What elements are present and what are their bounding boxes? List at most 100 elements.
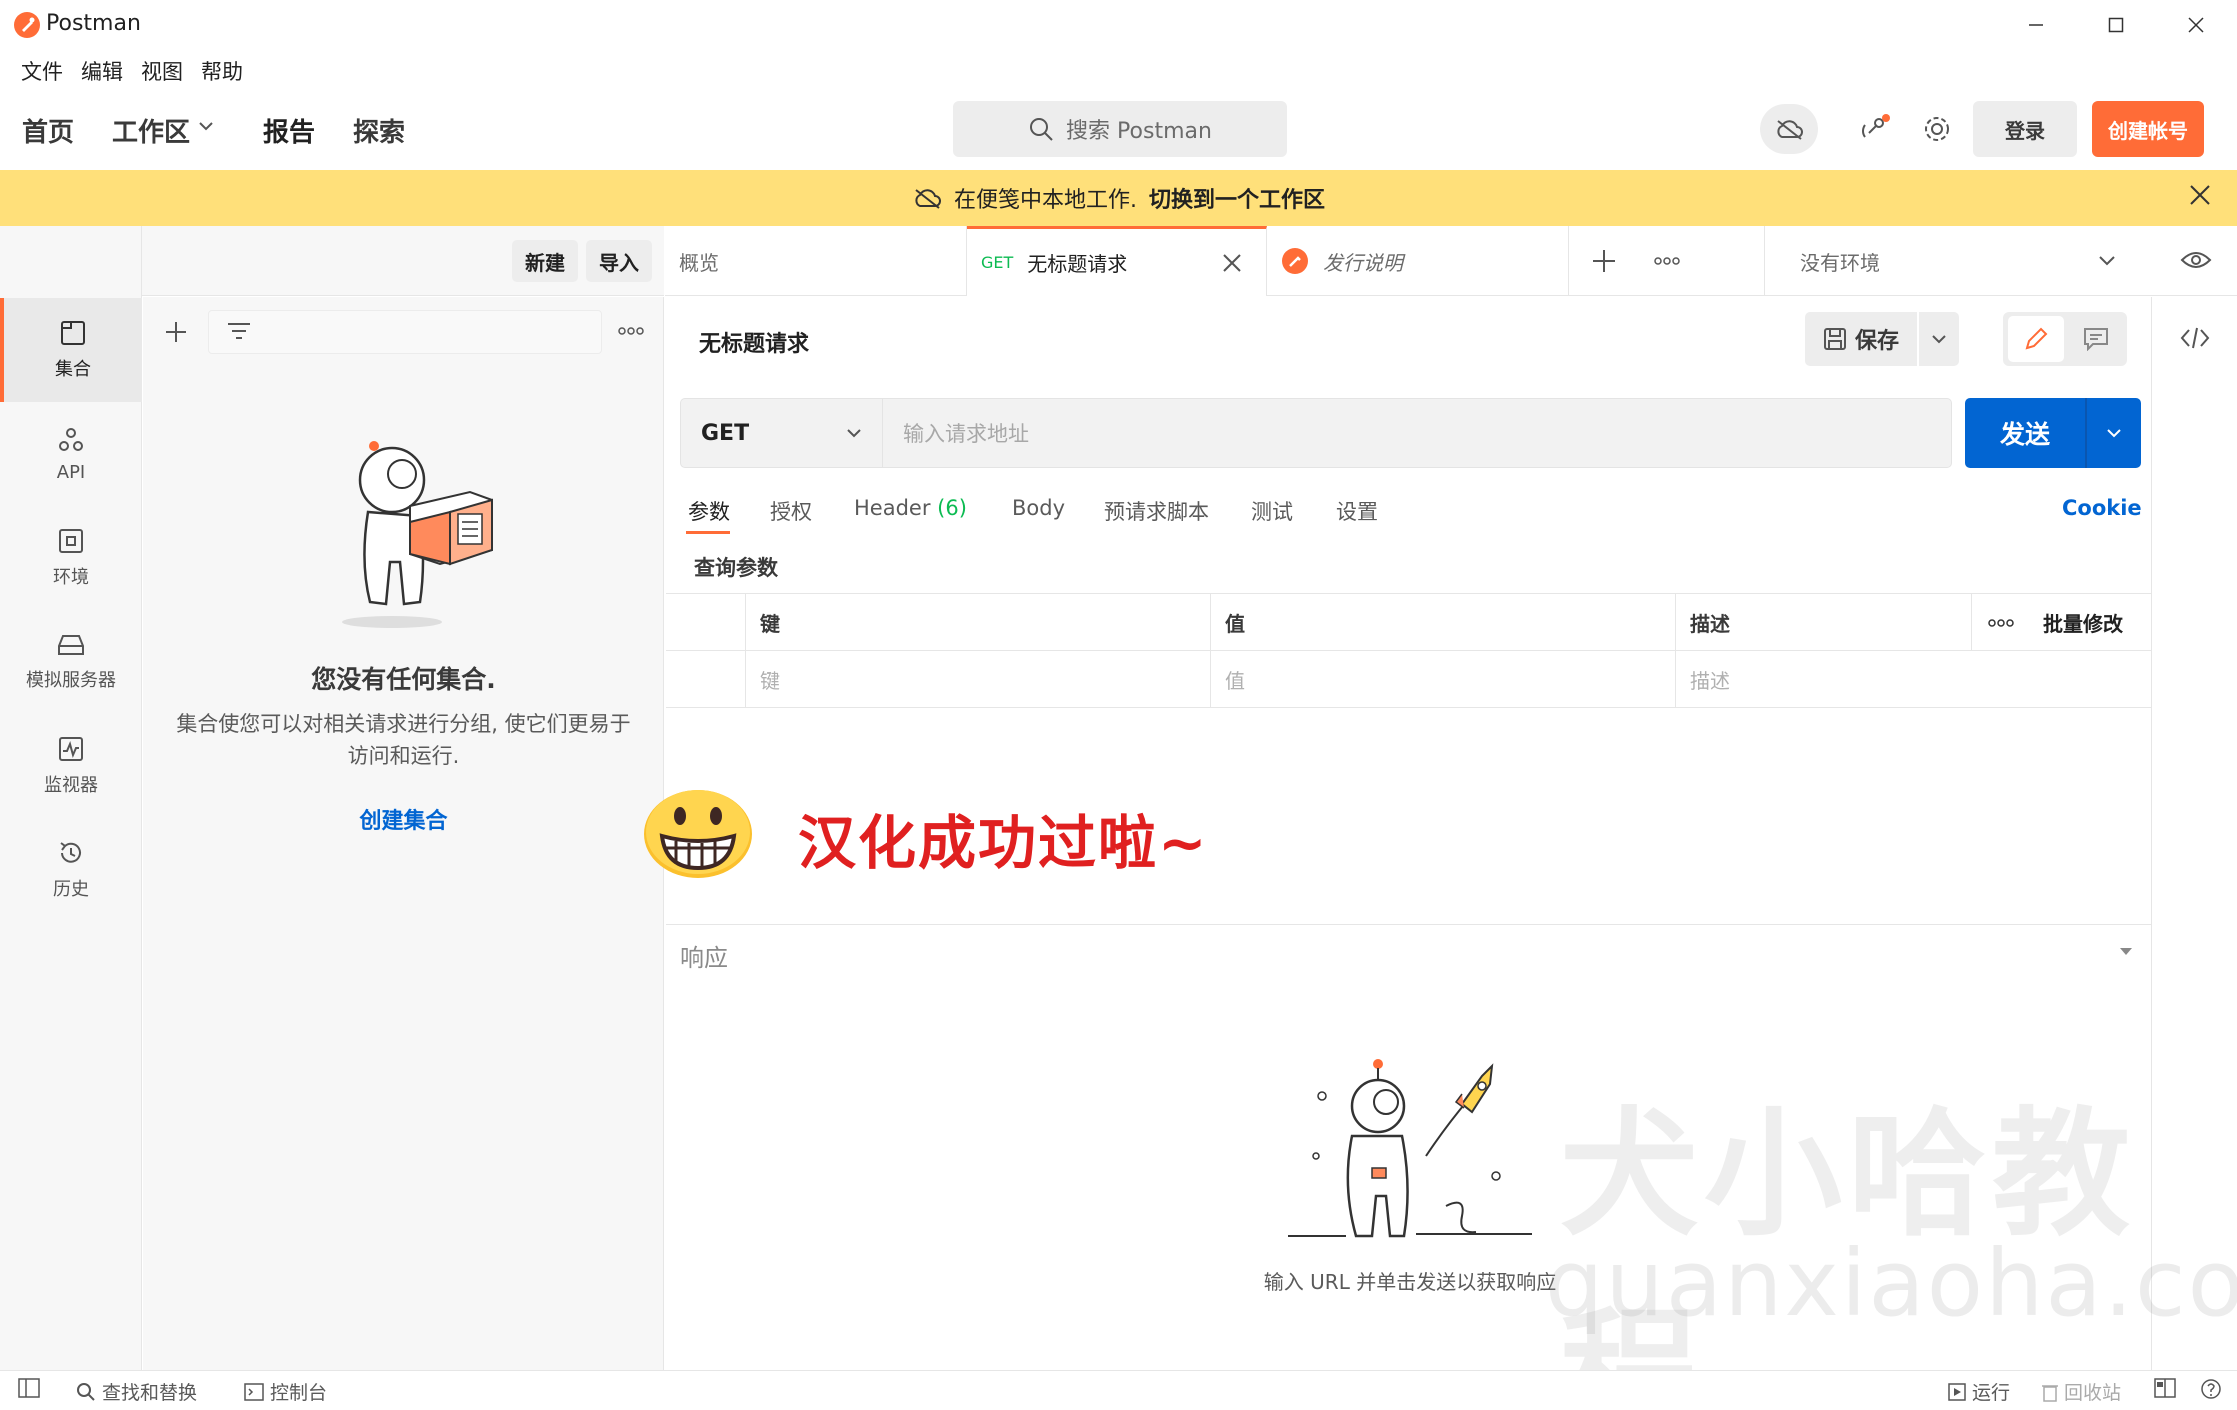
sidebar-item-monitors[interactable]: 监视器 <box>0 714 142 818</box>
console-button[interactable]: 控制台 <box>244 1378 327 1405</box>
help-icon[interactable] <box>2200 1378 2222 1400</box>
signup-button[interactable]: 创建帐号 <box>2092 101 2204 157</box>
chevron-down-icon <box>846 428 862 438</box>
find-replace-label: 查找和替换 <box>102 1382 198 1404</box>
send-options-chevron-icon[interactable] <box>2087 398 2141 468</box>
edit-pencil-icon[interactable] <box>2008 316 2064 362</box>
cloud-off-icon <box>912 187 942 209</box>
menu-file[interactable]: 文件 <box>12 52 72 88</box>
nav-workspaces[interactable]: 工作区 <box>112 112 190 149</box>
tab-label: 发行说明 <box>1323 250 1403 275</box>
sidebar-item-label: 历史 <box>53 879 89 900</box>
import-button[interactable]: 导入 <box>586 240 652 282</box>
monitor-icon <box>57 735 85 763</box>
tab-label: 无标题请求 <box>1027 252 1128 276</box>
param-key-input[interactable]: 键 <box>745 651 1210 708</box>
tab-pre-request-script[interactable]: 预请求脚本 <box>1104 496 1209 526</box>
active-tab-underline <box>686 531 730 534</box>
tab-release-notes[interactable]: 发行说明 <box>1267 226 1569 296</box>
response-collapse-icon[interactable] <box>2118 946 2134 956</box>
menu-view[interactable]: 视图 <box>132 52 192 88</box>
add-collection-icon[interactable] <box>164 320 188 344</box>
environment-label: 没有环境 <box>1800 250 1880 275</box>
param-description-input[interactable]: 描述 <box>1675 651 2151 708</box>
minimize-button[interactable] <box>2006 8 2066 42</box>
tab-authorization[interactable]: 授权 <box>770 496 812 526</box>
sidebar-item-environment[interactable]: 环境 <box>0 506 142 610</box>
environment-quick-look-eye-icon[interactable] <box>2180 248 2212 272</box>
http-method-select[interactable]: GET <box>680 398 882 468</box>
param-value-input[interactable]: 值 <box>1210 651 1675 708</box>
nav-home[interactable]: 首页 <box>22 112 74 149</box>
save-options-chevron-icon[interactable] <box>1919 312 1959 366</box>
sidebar-item-label: 模拟服务器 <box>26 670 116 691</box>
tab-untitled-request[interactable]: GET 无标题请求 <box>967 226 1267 296</box>
switch-workspace-link[interactable]: 切换到一个工作区 <box>1149 182 1325 214</box>
table-more-icon[interactable] <box>1971 594 2029 651</box>
save-button[interactable]: 保存 <box>1805 312 1917 366</box>
cloud-sync-icon[interactable] <box>1760 104 1818 154</box>
runner-button[interactable]: 运行 <box>1948 1378 2010 1405</box>
sidebar-item-label: 集合 <box>55 359 91 380</box>
satellite-icon[interactable] <box>1846 104 1904 154</box>
cookies-link[interactable]: Cookie <box>2062 496 2142 520</box>
tab-overview[interactable]: 概览 <box>665 226 967 296</box>
create-collection-link[interactable]: 创建集合 <box>143 803 664 835</box>
code-snippet-icon[interactable] <box>2180 326 2210 350</box>
find-replace-button[interactable]: 查找和替换 <box>76 1378 197 1405</box>
close-window-button[interactable] <box>2166 8 2226 42</box>
new-tab-icon[interactable] <box>1592 249 1616 273</box>
overlay-annotation-text: 汉化成功过啦~ <box>798 809 1209 877</box>
signin-button[interactable]: 登录 <box>1973 101 2077 157</box>
astronaut-box-illustration <box>330 432 500 632</box>
close-tab-icon[interactable] <box>1222 253 1242 273</box>
save-label: 保存 <box>1854 329 1899 354</box>
console-label: 控制台 <box>270 1382 328 1404</box>
environment-selector[interactable]: 没有环境 <box>1766 226 2126 296</box>
empty-collections-description: 集合使您可以对相关请求进行分组, 使它们更易于访问和运行. <box>176 712 631 768</box>
response-title: 响应 <box>680 944 728 972</box>
request-title[interactable]: 无标题请求 <box>699 326 809 358</box>
nav-reports[interactable]: 报告 <box>263 112 315 149</box>
more-options-icon[interactable] <box>617 326 645 336</box>
sidebar-item-history[interactable]: 历史 <box>0 818 142 922</box>
sidebar-item-mock-servers[interactable]: 模拟服务器 <box>0 610 142 714</box>
two-pane-layout-icon[interactable] <box>2154 1378 2176 1398</box>
bulk-edit-link[interactable]: 批量修改 <box>2029 594 2151 651</box>
tab-params[interactable]: 参数 <box>688 496 730 526</box>
collections-filter-input[interactable] <box>208 310 602 354</box>
chevron-down-icon[interactable] <box>198 120 214 132</box>
runner-play-icon <box>1948 1382 1966 1401</box>
tab-method-badge: GET <box>981 253 1014 272</box>
runner-label: 运行 <box>1972 1382 2011 1404</box>
tab-tests[interactable]: 测试 <box>1251 496 1293 526</box>
watermark-en: quanxiaoha.com <box>1545 1230 2237 1337</box>
tab-body[interactable]: Body <box>1012 496 1065 520</box>
banner-text: 在便笺中本地工作. <box>953 188 1137 213</box>
tabs-more-icon[interactable] <box>1653 256 1681 266</box>
menu-edit[interactable]: 编辑 <box>72 52 132 88</box>
menu-help[interactable]: 帮助 <box>192 52 252 88</box>
new-button[interactable]: 新建 <box>512 240 578 282</box>
sidebar-item-api[interactable]: API <box>0 402 142 506</box>
column-value: 值 <box>1210 594 1675 651</box>
save-icon <box>1823 327 1847 351</box>
sidebar-item-label: 环境 <box>53 567 89 588</box>
request-url-input[interactable]: 输入请求地址 <box>882 398 1952 468</box>
toggle-sidebar-icon[interactable] <box>18 1378 40 1398</box>
nav-explore[interactable]: 探索 <box>353 112 405 149</box>
banner-close-icon[interactable] <box>2189 184 2211 206</box>
tab-settings[interactable]: 设置 <box>1336 496 1378 526</box>
empty-collections-title: 您没有任何集合. <box>311 665 496 694</box>
tab-headers[interactable]: Header (6) <box>854 496 967 520</box>
search-input[interactable]: 搜索 Postman <box>953 101 1287 157</box>
sidebar-item-collections[interactable]: 集合 <box>0 298 142 402</box>
postman-logo-icon <box>14 12 40 38</box>
url-placeholder: 输入请求地址 <box>903 422 1029 446</box>
maximize-button[interactable] <box>2086 8 2146 42</box>
astronaut-rocket-illustration <box>1286 1056 1536 1256</box>
settings-gear-icon[interactable] <box>1908 104 1966 154</box>
trash-button[interactable]: 回收站 <box>2042 1378 2121 1405</box>
send-button[interactable]: 发送 <box>1965 398 2085 468</box>
comments-icon[interactable] <box>2068 316 2124 362</box>
